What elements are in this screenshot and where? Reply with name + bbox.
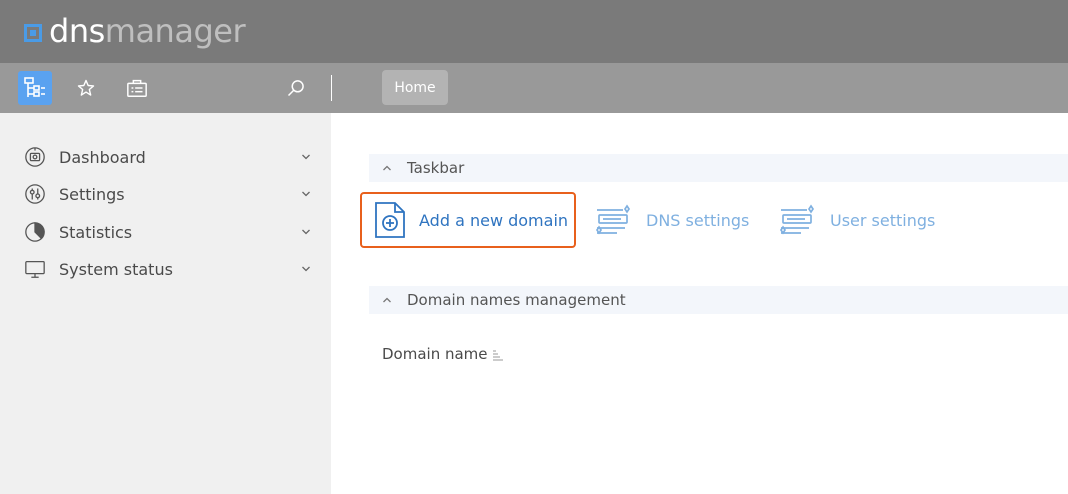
sidebar: Dashboard Settings Statistics System sta… <box>0 113 331 494</box>
chevron-up-icon[interactable] <box>381 295 393 305</box>
sidebar-item-label: Statistics <box>59 222 133 242</box>
logo-icon <box>24 23 42 42</box>
app-header: dnsmanager <box>0 0 1068 63</box>
monitor-icon <box>25 261 45 278</box>
tab-home[interactable]: Home <box>382 70 448 105</box>
menu-tree-button[interactable] <box>18 71 52 105</box>
domain-name-column-header[interactable]: Domain name <box>382 345 505 363</box>
sidebar-item-label: System status <box>59 259 173 279</box>
taskbar-title: Taskbar <box>407 159 465 177</box>
toolbar: Home <box>0 63 1068 113</box>
sidebar-item-system-status[interactable]: System status <box>24 254 314 284</box>
sidebar-item-label: Settings <box>59 184 125 204</box>
sidebar-item-settings[interactable]: Settings <box>24 179 314 209</box>
column-header-label: Domain name <box>382 345 488 363</box>
sidebar-item-statistics[interactable]: Statistics <box>24 217 314 247</box>
chevron-down-icon[interactable] <box>298 149 314 165</box>
chevron-down-icon[interactable] <box>298 224 314 240</box>
domains-section-title: Domain names management <box>407 291 626 309</box>
dns-settings-button[interactable]: DNS settings <box>595 192 749 248</box>
user-settings-button[interactable]: User settings <box>779 192 935 248</box>
briefcase-icon <box>127 79 147 97</box>
list-settings-icon <box>595 204 631 235</box>
briefcase-button[interactable] <box>120 71 154 105</box>
user-settings-label: User settings <box>830 210 936 230</box>
dashboard-icon <box>25 147 45 167</box>
sort-icon[interactable] <box>491 348 505 362</box>
chevron-down-icon[interactable] <box>298 261 314 277</box>
search-button[interactable] <box>279 71 313 105</box>
add-new-domain-button[interactable]: Add a new domain <box>360 192 576 248</box>
taskbar-section-header[interactable]: Taskbar <box>369 154 1068 182</box>
logo-text-dns: dns <box>49 12 105 50</box>
search-icon <box>287 80 304 97</box>
dns-settings-label: DNS settings <box>646 210 750 230</box>
domains-section-header[interactable]: Domain names management <box>369 286 1068 314</box>
sidebar-item-dashboard[interactable]: Dashboard <box>24 142 314 172</box>
favorites-button[interactable] <box>69 71 103 105</box>
main-content: Taskbar Add a new domain DNS settings Us… <box>331 113 1068 494</box>
sidebar-item-label: Dashboard <box>59 147 146 167</box>
tree-menu-icon <box>24 77 45 97</box>
list-settings-icon <box>779 204 815 235</box>
app-logo[interactable]: dnsmanager <box>24 12 246 50</box>
chevron-down-icon[interactable] <box>298 186 314 202</box>
star-icon <box>77 79 95 96</box>
pie-chart-icon <box>25 222 45 242</box>
toolbar-divider <box>331 75 332 101</box>
add-new-domain-label: Add a new domain <box>419 210 569 230</box>
add-document-icon <box>375 202 405 238</box>
logo-text-manager: manager <box>104 12 246 50</box>
chevron-up-icon[interactable] <box>381 163 393 173</box>
settings-icon <box>25 184 45 204</box>
